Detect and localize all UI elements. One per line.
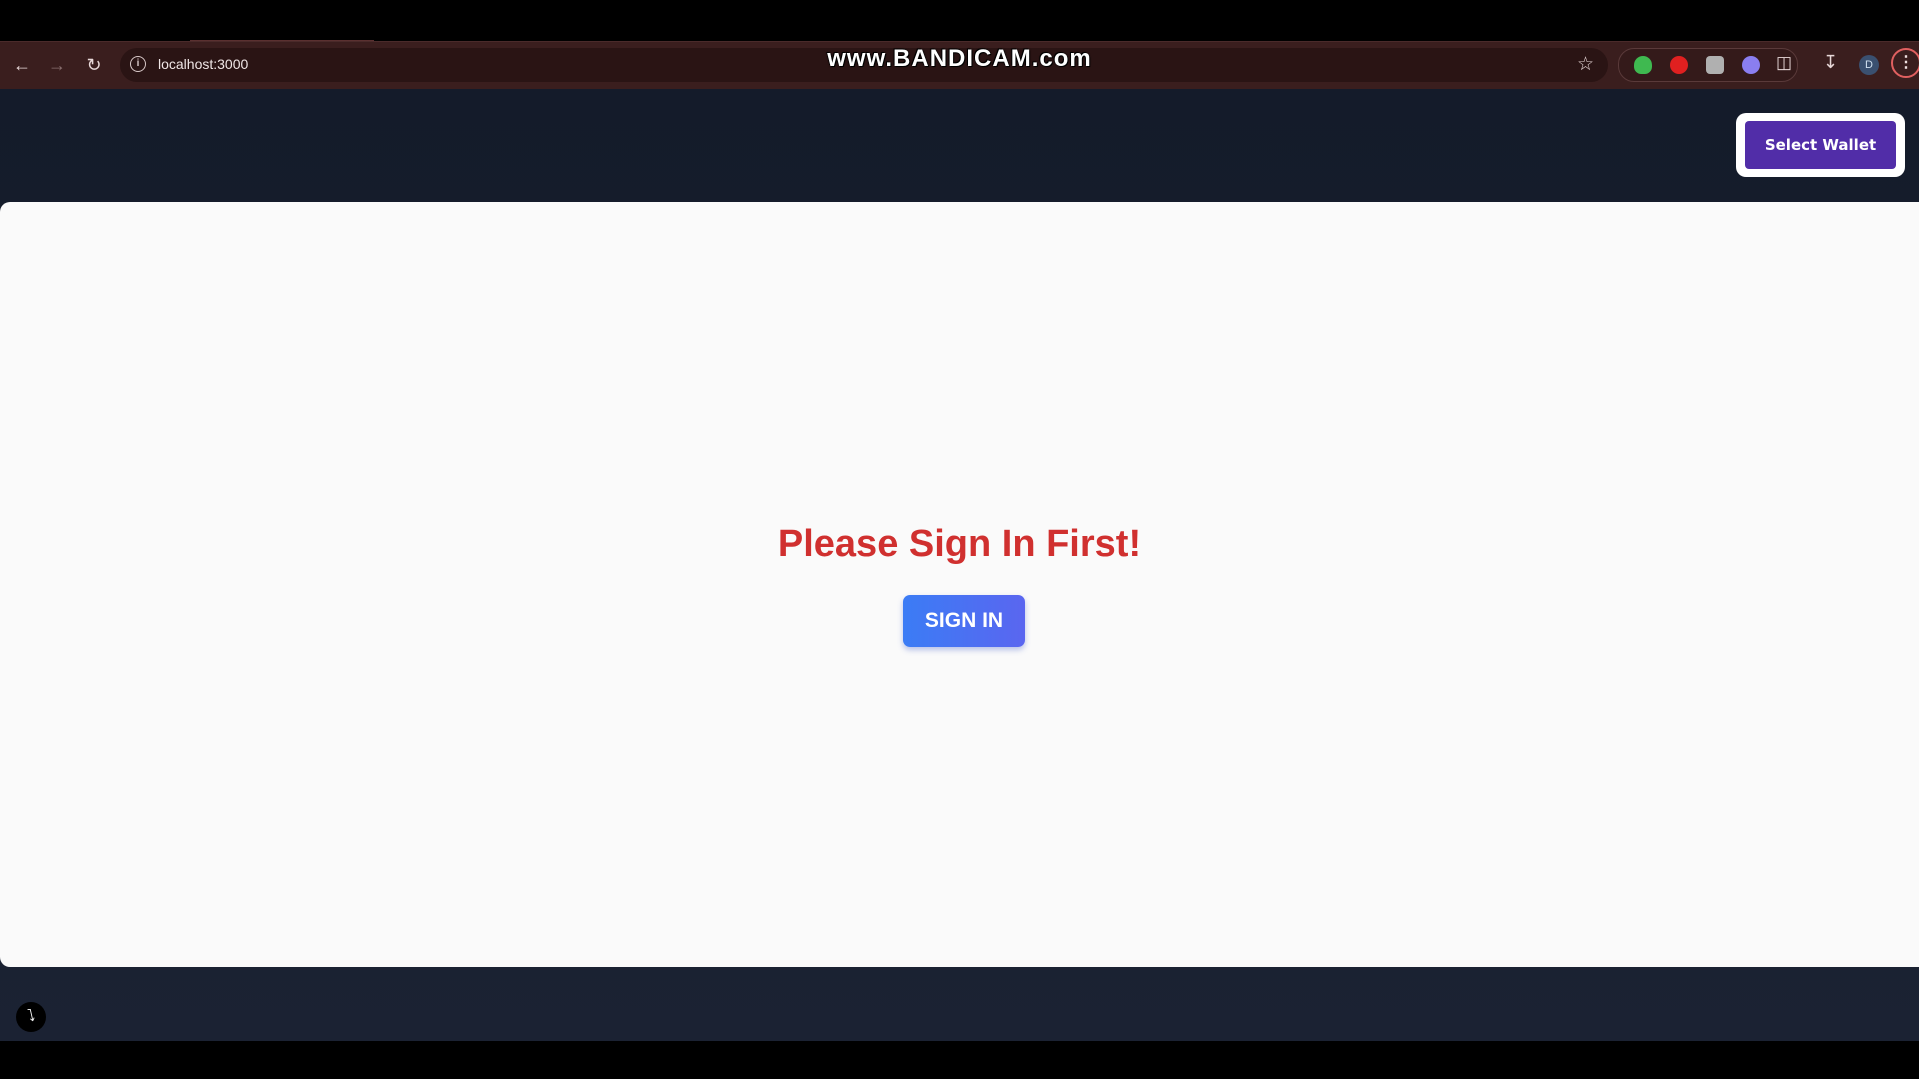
screen: ← → ↻ i localhost:3000 ☆ www.BANDICAM.co… — [0, 0, 1919, 1079]
main-card: Please Sign In First! SIGN IN — [0, 202, 1919, 967]
phantom-extension-icon[interactable] — [1742, 56, 1760, 74]
puzzle-icon[interactable]: ◫ — [1776, 53, 1792, 73]
app-page: Select Wallet Please Sign In First! SIGN… — [0, 89, 1919, 1041]
card-extension-icon[interactable] — [1706, 56, 1724, 74]
lightning-bolt-icon[interactable]: ⭝ — [16, 1002, 46, 1032]
download-icon[interactable]: ↧ — [1823, 52, 1838, 73]
sign-in-prompt-heading: Please Sign In First! — [777, 523, 1142, 565]
shield-extension-icon[interactable] — [1634, 56, 1652, 74]
profile-avatar[interactable]: D — [1859, 55, 1879, 75]
kebab-menu-icon[interactable]: ⋮ — [1891, 48, 1919, 78]
sign-in-button[interactable]: SIGN IN — [903, 595, 1025, 647]
extensions-area: ◫ — [1618, 48, 1798, 82]
select-wallet-button[interactable]: Select Wallet — [1745, 121, 1896, 169]
wallet-button-frame: Select Wallet — [1736, 113, 1905, 177]
hand-extension-icon[interactable] — [1670, 56, 1688, 74]
